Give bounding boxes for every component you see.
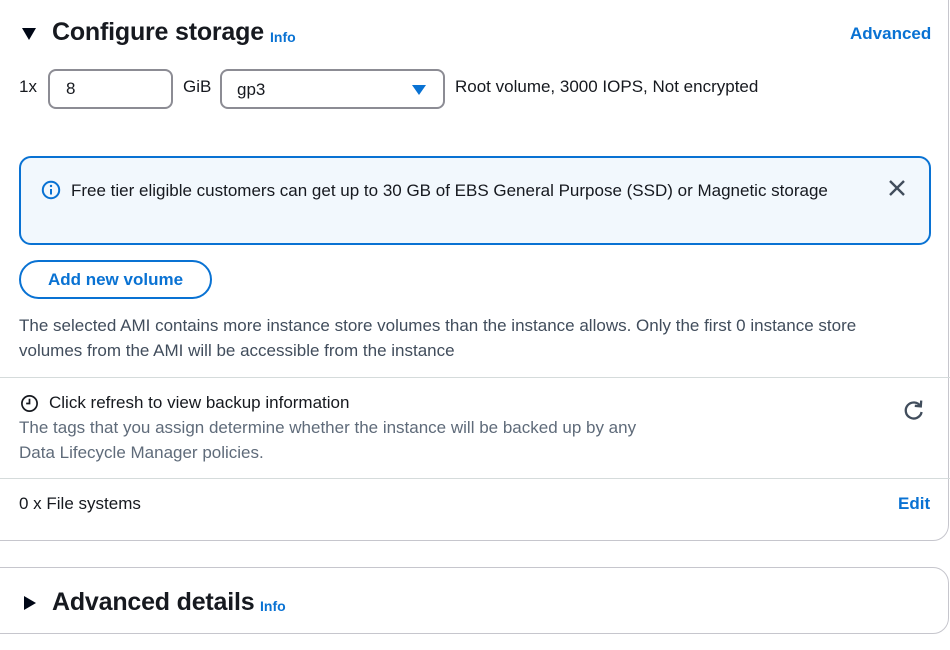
- size-unit-label: GiB: [183, 77, 212, 96]
- caret-down-icon[interactable]: [22, 28, 36, 40]
- backup-description-line-1: The tags that you assign determine wheth…: [19, 418, 637, 437]
- clock-icon: [21, 395, 38, 412]
- backup-title: Click refresh to view backup information: [49, 393, 350, 412]
- volume-count: 1x: [19, 77, 37, 96]
- alert-message: Free tier eligible customers can get up …: [71, 181, 828, 200]
- edit-link[interactable]: Edit: [898, 494, 930, 514]
- caret-right-icon[interactable]: [24, 596, 36, 610]
- volume-summary: Root volume, 3000 IOPS, Not encrypted: [455, 77, 759, 96]
- info-link[interactable]: Info: [270, 29, 296, 45]
- advanced-link[interactable]: Advanced: [850, 24, 931, 44]
- divider: [0, 377, 950, 378]
- section-title-configure-storage[interactable]: Configure storage: [52, 18, 264, 47]
- file-systems-count: 0 x File systems: [19, 494, 141, 513]
- volume-size-input[interactable]: [48, 69, 173, 109]
- add-new-volume-button[interactable]: Add new volume: [19, 260, 212, 299]
- divider: [0, 478, 950, 479]
- refresh-icon[interactable]: [903, 399, 925, 421]
- volume-type-value: gp3: [237, 80, 266, 99]
- section-title-advanced-details[interactable]: Advanced details: [52, 588, 255, 617]
- backup-description-line-2: Data Lifecycle Manager policies.: [19, 443, 264, 462]
- dropdown-caret-icon: [412, 85, 426, 95]
- ami-instance-store-note: The selected AMI contains more instance …: [19, 316, 857, 360]
- free-tier-alert: Free tier eligible customers can get up …: [19, 156, 931, 245]
- close-icon[interactable]: [887, 178, 907, 198]
- info-circle-icon: [41, 180, 61, 200]
- volume-type-select[interactable]: gp3: [220, 69, 445, 109]
- info-link[interactable]: Info: [260, 598, 286, 614]
